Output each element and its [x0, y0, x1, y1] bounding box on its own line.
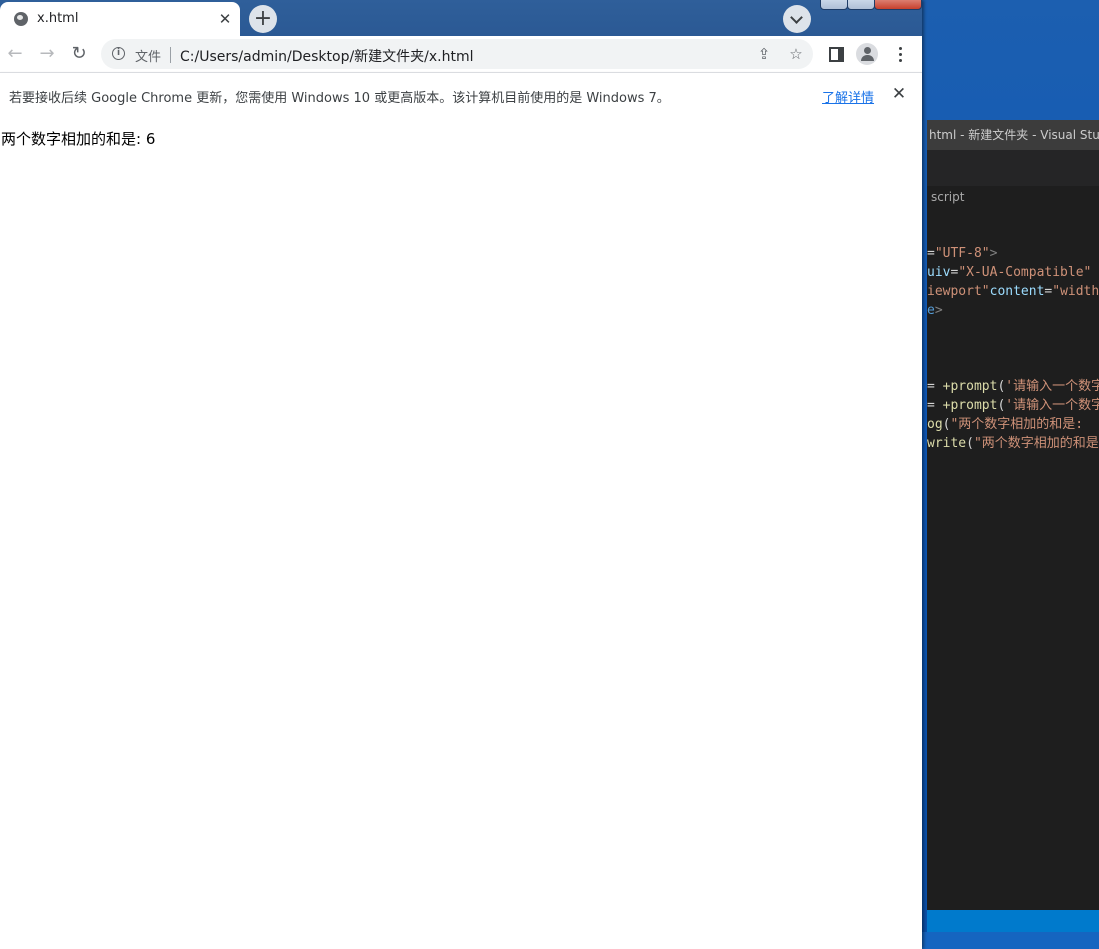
code-token: c: [1091, 265, 1099, 280]
code-token: (: [966, 436, 974, 451]
info-icon[interactable]: i: [112, 47, 125, 60]
infobar-close-icon[interactable]: ✕: [889, 84, 909, 104]
more-menu-icon[interactable]: [890, 44, 910, 64]
window-close-button[interactable]: [874, 0, 922, 10]
page-content: 两个数字相加的和是: 6: [0, 118, 922, 949]
code-token: '请输入一个数字: [1005, 379, 1099, 394]
side-panel-icon[interactable]: [829, 47, 844, 62]
code-token: content: [989, 284, 1045, 299]
tab-strip: x.html ✕ +: [0, 0, 922, 36]
code-token: >: [989, 246, 998, 261]
code-token: >: [934, 303, 943, 318]
code-line[interactable]: iewport"content="width-: [927, 282, 1099, 301]
sum-output-text: 两个数字相加的和是: 6: [1, 130, 156, 148]
code-token: "两个数字相加的和是: [973, 436, 1099, 451]
code-line[interactable]: write("两个数字相加的和是: [927, 434, 1099, 453]
vscode-status-bar: [927, 910, 1099, 932]
forward-button[interactable]: →: [33, 40, 61, 68]
code-line[interactable]: og("两个数字相加的和是:: [927, 415, 1083, 434]
code-token: uiv: [927, 265, 951, 280]
code-token: '请输入一个数字: [1005, 398, 1099, 413]
code-token: +prompt: [942, 379, 998, 394]
code-line[interactable]: ="UTF-8">: [927, 244, 997, 263]
code-token: iewport": [927, 284, 990, 299]
code-token: "UTF-8": [934, 246, 990, 261]
code-line[interactable]: = +prompt('请输入一个数字: [927, 396, 1099, 415]
tab-active[interactable]: x.html ✕: [0, 2, 240, 36]
bookmark-star-icon[interactable]: ☆: [786, 44, 806, 64]
back-button[interactable]: ←: [1, 40, 29, 68]
address-bar[interactable]: i 文件 C:/Users/admin/Desktop/新建文件夹/x.html…: [101, 39, 813, 69]
url-text[interactable]: C:/Users/admin/Desktop/新建文件夹/x.html: [180, 46, 474, 66]
code-line[interactable]: e>: [927, 301, 943, 320]
tab-close-icon[interactable]: ✕: [215, 9, 235, 29]
code-token: write: [927, 436, 967, 451]
globe-icon: [14, 12, 28, 26]
site-scheme-label[interactable]: 文件: [135, 46, 161, 65]
minimize-button[interactable]: [820, 0, 848, 10]
code-token: "X-UA-Compatible": [958, 265, 1092, 280]
code-token: og: [927, 417, 943, 432]
code-token: =: [927, 398, 943, 413]
reload-button[interactable]: ↻: [65, 40, 93, 68]
maximize-button[interactable]: [847, 0, 875, 10]
vscode-title: html - 新建文件夹 - Visual Studio: [927, 120, 1099, 150]
new-tab-button[interactable]: +: [249, 5, 277, 33]
update-infobar: 若要接收后续 Google Chrome 更新，您需使用 Windows 10 …: [0, 72, 922, 119]
code-token: +prompt: [942, 398, 998, 413]
address-divider: [170, 47, 171, 63]
code-token: "width-: [1052, 284, 1099, 299]
tab-title: x.html: [37, 11, 79, 26]
share-icon[interactable]: ⇪: [754, 44, 774, 64]
vscode-breadcrumb[interactable]: script: [931, 186, 964, 208]
profile-avatar-icon[interactable]: [856, 43, 878, 65]
taskbar: [921, 932, 1099, 949]
code-token: =: [927, 379, 943, 394]
code-token: =: [927, 246, 935, 261]
code-token: "两个数字相加的和是:: [950, 417, 1084, 432]
chevron-down-icon: [790, 11, 803, 24]
learn-more-link[interactable]: 了解详情: [822, 87, 874, 106]
code-token: e: [927, 303, 935, 318]
browser-toolbar: ← → ↻ i 文件 C:/Users/admin/Desktop/新建文件夹/…: [0, 36, 922, 72]
code-line[interactable]: uiv="X-UA-Compatible" c: [927, 263, 1099, 282]
vscode-tabbar: [927, 150, 1099, 186]
tab-search-button[interactable]: [783, 5, 811, 33]
infobar-message: 若要接收后续 Google Chrome 更新，您需使用 Windows 10 …: [9, 91, 670, 106]
code-line[interactable]: = +prompt('请输入一个数字: [927, 377, 1099, 396]
browser-window: x.html ✕ + ← → ↻ i 文件 C:/Users/admin/Des…: [0, 0, 922, 949]
vscode-window[interactable]: html - 新建文件夹 - Visual Studio script ="UT…: [927, 120, 1099, 910]
